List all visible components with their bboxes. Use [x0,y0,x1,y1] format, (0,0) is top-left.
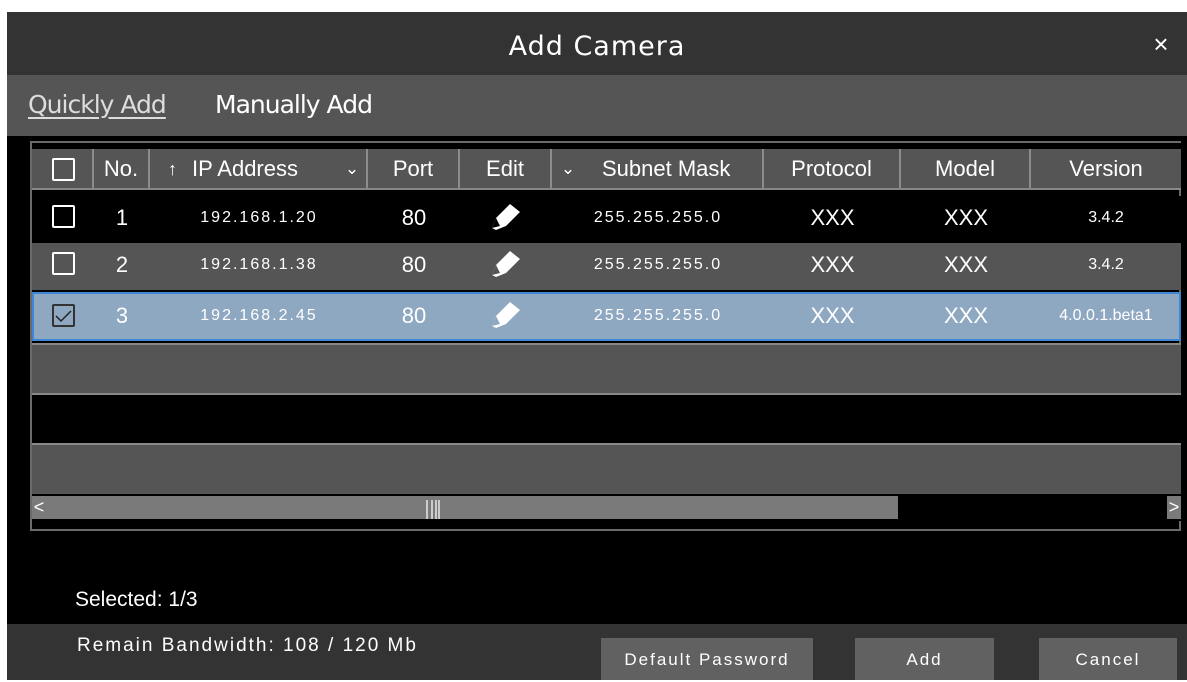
tab-bar: Quickly Add Manually Add [7,75,1187,136]
table-row-selected[interactable]: 3 192.168.2.45 80 255.255.255.0 XXX XXX … [32,292,1181,341]
row-port: 80 [401,252,427,277]
row-no: 3 [115,303,129,328]
row-subnet-mask: 255.255.255.0 [593,256,723,273]
header-ip-label: IP Address [192,156,298,181]
header-subnet-mask[interactable]: ⌄ Subnet Mask [552,149,764,188]
pencil-icon[interactable] [488,300,522,328]
scroll-right-icon[interactable]: > [1167,496,1181,519]
header-version[interactable]: Version [1031,149,1181,188]
tab-quickly-add[interactable]: Quickly Add [28,75,167,136]
scrollbar-thumb[interactable] [46,496,898,519]
row-version: 4.0.0.1.beta1 [1059,307,1153,324]
table-header: No. ↑ IP Address ⌄ Port Edit ⌄ Subnet Ma… [32,143,1181,190]
row-checkbox[interactable] [52,252,75,275]
header-port[interactable]: Port [368,149,460,188]
row-checkbox[interactable] [52,205,75,228]
tab-manually-add[interactable]: Manually Add [215,75,373,136]
grip-icon [426,500,440,519]
empty-row [32,395,1181,443]
row-protocol: XXX [810,252,855,277]
select-all-checkbox[interactable] [52,158,75,181]
add-camera-dialog: Add Camera × Quickly Add Manually Add No… [7,12,1187,680]
sort-ascending-icon: ↑ [168,159,177,179]
checkmark-icon [55,310,72,323]
row-protocol: XXX [810,205,855,230]
add-button[interactable]: Add [855,638,994,680]
row-no: 2 [115,252,129,277]
scroll-left-icon[interactable]: < [32,496,46,519]
footer-bar: Remain Bandwidth: 108 / 120 Mb Default P… [7,624,1187,680]
header-mask-label: Subnet Mask [602,156,731,181]
table-row[interactable]: 1 192.168.1.20 80 255.255.255.0 XXX XXX … [32,196,1181,243]
row-protocol: XXX [810,303,855,328]
header-ip-address[interactable]: ↑ IP Address ⌄ [150,149,368,188]
header-no[interactable]: No. [94,149,150,188]
row-no: 1 [115,205,129,230]
row-subnet-mask: 255.255.255.0 [593,307,723,324]
close-icon[interactable]: × [1146,28,1176,60]
selected-count: Selected: 1/3 [75,588,198,611]
header-select-all [32,149,94,188]
header-model[interactable]: Model [901,149,1031,188]
title-bar: Add Camera × [7,12,1187,75]
row-model: XXX [943,252,989,277]
row-ip-address: 192.168.1.38 [200,256,318,273]
pencil-icon[interactable] [488,249,522,277]
chevron-down-icon[interactable]: ⌄ [556,149,580,188]
table-row[interactable]: 2 192.168.1.38 80 255.255.255.0 XXX XXX … [32,243,1181,290]
row-version: 3.4.2 [1088,209,1124,226]
row-ip-address: 192.168.1.20 [200,209,318,226]
empty-row [32,343,1181,395]
horizontal-scrollbar[interactable]: < > [32,494,1181,521]
row-port: 80 [401,205,427,230]
header-protocol[interactable]: Protocol [764,149,901,188]
cancel-button[interactable]: Cancel [1039,638,1177,680]
row-subnet-mask: 255.255.255.0 [593,209,723,226]
default-password-button[interactable]: Default Password [601,638,813,680]
row-version: 3.4.2 [1088,256,1124,273]
empty-row [32,443,1181,494]
remain-bandwidth: Remain Bandwidth: 108 / 120 Mb [77,635,418,656]
pencil-icon[interactable] [488,202,522,230]
chevron-down-icon[interactable]: ⌄ [340,149,364,188]
dialog-title: Add Camera [508,31,686,62]
row-ip-address: 192.168.2.45 [200,307,318,324]
row-model: XXX [943,205,989,230]
header-edit: Edit [460,149,552,188]
row-checkbox-checked[interactable] [52,304,75,327]
camera-table: No. ↑ IP Address ⌄ Port Edit ⌄ Subnet Ma… [30,141,1181,531]
row-model: XXX [943,303,989,328]
row-port: 80 [401,303,427,328]
